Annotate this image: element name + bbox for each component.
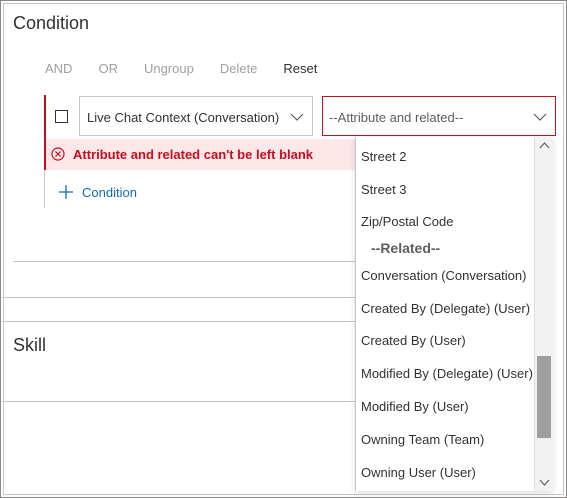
add-condition-label: Condition xyxy=(82,184,137,200)
context-select-value: Live Chat Context (Conversation) xyxy=(87,110,280,125)
row-select-checkbox[interactable] xyxy=(55,110,68,123)
skill-section-title: Skill xyxy=(13,335,47,355)
plus-icon xyxy=(59,185,73,199)
divider xyxy=(13,261,356,262)
delete-button[interactable]: Delete xyxy=(207,61,271,77)
error-message: Attribute and related can't be left blan… xyxy=(73,147,314,162)
dropdown-option-street-3[interactable]: Street 3 xyxy=(361,182,407,197)
divider xyxy=(2,297,356,298)
condition-section-title: Condition xyxy=(13,13,90,33)
dropdown-option-owning-user[interactable]: Owning User (User) xyxy=(361,465,476,480)
divider xyxy=(2,401,356,402)
attribute-dropdown-list[interactable]: Street 2 Street 3 Zip/Postal Code --Rela… xyxy=(355,137,553,491)
add-condition-button[interactable]: Condition xyxy=(58,184,137,200)
attribute-select-value: --Attribute and related-- xyxy=(329,110,464,125)
error-circle-icon xyxy=(51,147,65,161)
scroll-up-arrow-icon[interactable] xyxy=(539,140,550,151)
dropdown-option-street-2[interactable]: Street 2 xyxy=(361,149,407,164)
dropdown-scrollbar[interactable] xyxy=(534,137,553,491)
dropdown-option-created-by[interactable]: Created By (User) xyxy=(361,333,466,348)
scroll-down-arrow-icon[interactable] xyxy=(539,477,550,488)
group-indent-line xyxy=(44,170,45,208)
dropdown-option-modified-by-delegate[interactable]: Modified By (Delegate) (User) xyxy=(361,366,533,381)
scrollbar-thumb[interactable] xyxy=(537,356,551,438)
dropdown-group-header-related: --Related-- xyxy=(371,240,441,256)
reset-button[interactable]: Reset xyxy=(270,61,330,77)
dropdown-option-zip-postal-code[interactable]: Zip/Postal Code xyxy=(361,214,454,229)
validation-error-banner: Attribute and related can't be left blan… xyxy=(46,139,356,170)
chevron-down-icon xyxy=(533,113,547,121)
ungroup-button[interactable]: Ungroup xyxy=(131,61,207,77)
and-button[interactable]: AND xyxy=(32,61,85,77)
dropdown-option-modified-by[interactable]: Modified By (User) xyxy=(361,399,469,414)
dropdown-option-conversation[interactable]: Conversation (Conversation) xyxy=(361,268,526,283)
attribute-select[interactable]: --Attribute and related-- xyxy=(322,96,556,136)
divider xyxy=(2,321,356,322)
context-select[interactable]: Live Chat Context (Conversation) xyxy=(79,96,313,136)
chevron-down-icon xyxy=(290,113,304,121)
or-button[interactable]: OR xyxy=(85,61,131,77)
dropdown-option-created-by-delegate[interactable]: Created By (Delegate) (User) xyxy=(361,301,530,316)
dropdown-option-owning-team[interactable]: Owning Team (Team) xyxy=(361,432,484,447)
condition-toolbar: AND OR Ungroup Delete Reset xyxy=(32,61,330,77)
